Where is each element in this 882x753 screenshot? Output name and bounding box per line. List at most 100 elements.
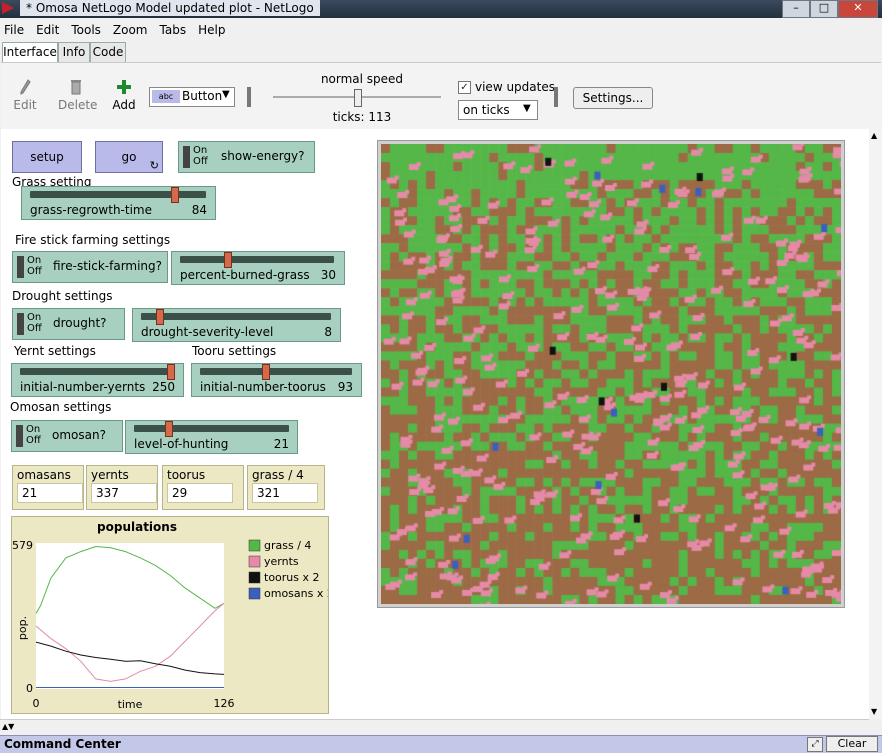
slider-track[interactable] [200,368,352,375]
slider-value: 93 [337,380,353,394]
horizontal-divider[interactable]: ▲▼ [0,719,869,734]
slider-handle[interactable] [155,309,164,325]
scroll-up-icon[interactable]: ▲ [871,131,877,140]
widget-type-value: Button [182,89,223,103]
slider-drought-severity-level[interactable]: drought-severity-level 8 [132,308,341,342]
slider-track[interactable] [30,191,206,198]
plot-area [36,543,224,689]
y-tick-label: 579 [12,539,33,552]
switch-fire-stick-farming[interactable]: On Off fire-stick-farming? [12,251,168,283]
world-canvas[interactable] [381,144,841,604]
monitor-value: 21 [17,483,83,503]
switch-toggle[interactable] [17,256,24,278]
speed-label: normal speed [320,72,404,86]
note-fire: Fire stick farming settings [15,233,171,247]
monitor-name: omasans [17,468,71,482]
expand-icon[interactable]: ⤢ [807,737,823,752]
slider-track[interactable] [134,425,289,432]
menu-zoom[interactable]: Zoom [113,20,148,40]
monitor-omasans: omasans 21 [12,465,84,510]
tab-interface[interactable]: Interface [2,42,58,63]
slider-handle[interactable] [223,252,232,268]
monitor-toorus: toorus 29 [162,465,244,510]
y-tick-label: 0 [26,682,33,695]
switch-omosan[interactable]: On Off omosan? [11,420,123,452]
slider-name: initial-number-yernts [20,380,146,394]
slider-initial-number-yernts[interactable]: initial-number-yernts 250 [11,363,184,397]
slider-handle[interactable] [164,421,173,437]
collapse-arrows-icon[interactable]: ▲▼ [2,722,14,731]
plot-svg: populations 579 00 126 time pop. grass / 4 yern… [12,517,334,713]
slider-track[interactable] [20,368,175,375]
switch-toggle[interactable] [16,425,23,447]
switch-toggle[interactable] [17,313,24,335]
clear-button[interactable]: Clear [826,736,878,752]
widget-type-select[interactable]: abc Button ▼ [149,87,235,107]
menu-file[interactable]: File [4,20,24,40]
slider-handle[interactable] [167,364,175,380]
slider-initial-number-toorus[interactable]: initial-number-toorus 93 [191,363,362,397]
slider-handle[interactable] [261,364,270,380]
minimize-button[interactable]: – [782,0,810,18]
speed-slider-handle[interactable] [354,89,362,107]
monitor-name: grass / 4 [252,468,304,482]
slider-value: 30 [320,268,336,282]
update-mode-select[interactable]: on ticks ▼ [458,100,538,120]
switch-toggle[interactable] [183,146,190,168]
slider-level-of-hunting[interactable]: level-of-hunting 21 [125,420,298,454]
note-drought: Drought settings [12,289,113,303]
scroll-down-icon[interactable]: ▼ [871,707,877,716]
setup-button[interactable]: setup [12,141,82,173]
slider-name: grass-regrowth-time [30,203,152,217]
switch-show-energy[interactable]: On Off show-energy? [178,141,315,173]
separator [554,87,558,107]
world-view[interactable] [377,140,845,608]
menu-edit[interactable]: Edit [36,20,59,40]
slider-value: 84 [191,203,207,217]
switch-on-label: On [193,145,208,156]
menu-tabs[interactable]: Tabs [160,20,187,40]
go-label: go [121,150,137,164]
delete-tool[interactable]: Delete [58,79,98,112]
vertical-scrollbar[interactable]: ▲ ▼ [869,129,882,719]
monitor-yernts: yernts 337 [86,465,158,510]
monitor-name: yernts [91,468,129,482]
close-button[interactable]: ✕ [838,0,878,18]
command-center-bar: Command Center ⤢ Clear [0,735,882,753]
legend-label: toorus x 2 [264,571,320,584]
legend-label: grass / 4 [264,539,311,552]
settings-button[interactable]: Settings... [573,87,653,109]
menu-help[interactable]: Help [198,20,225,40]
netlogo-logo-icon [2,2,14,14]
note-tooru: Tooru settings [192,344,277,358]
go-button[interactable]: go ↻ [95,141,163,173]
y-axis-label: pop. [16,616,29,640]
slider-value: 250 [152,380,175,394]
slider-track[interactable] [141,313,331,320]
switch-label: fire-stick-farming? [53,259,163,273]
populations-plot: populations 579 0 0 126 time pop. grass / 4 yern… [11,516,334,714]
tab-info[interactable]: Info [58,42,90,62]
add-tool[interactable]: Add [111,79,137,112]
legend-swatch [248,555,261,568]
monitor-value: 321 [252,483,318,503]
x-tick-label: 0 [33,697,40,710]
pencil-icon [20,79,31,95]
view-updates-checkbox[interactable]: ✓ [458,81,471,94]
forever-icon: ↻ [149,159,159,172]
slider-track[interactable] [180,256,334,263]
slider-percent-burned-grass[interactable]: percent-burned-grass 30 [171,251,345,285]
switch-drought[interactable]: On Off drought? [12,308,125,340]
note-omosan: Omosan settings [10,400,112,414]
switch-label: omosan? [52,428,106,442]
maximize-button[interactable]: □ [810,0,838,18]
tab-code[interactable]: Code [90,42,126,62]
delete-label: Delete [58,98,98,112]
menu-tools[interactable]: Tools [71,20,101,40]
slider-handle[interactable] [171,187,180,203]
switch-off-label: Off [26,435,41,446]
edit-tool[interactable]: Edit [13,79,37,112]
slider-grass-regrowth-time[interactable]: grass-regrowth-time 84 [21,186,216,220]
plot-title: populations [97,520,177,534]
slider-name: percent-burned-grass [180,268,310,282]
